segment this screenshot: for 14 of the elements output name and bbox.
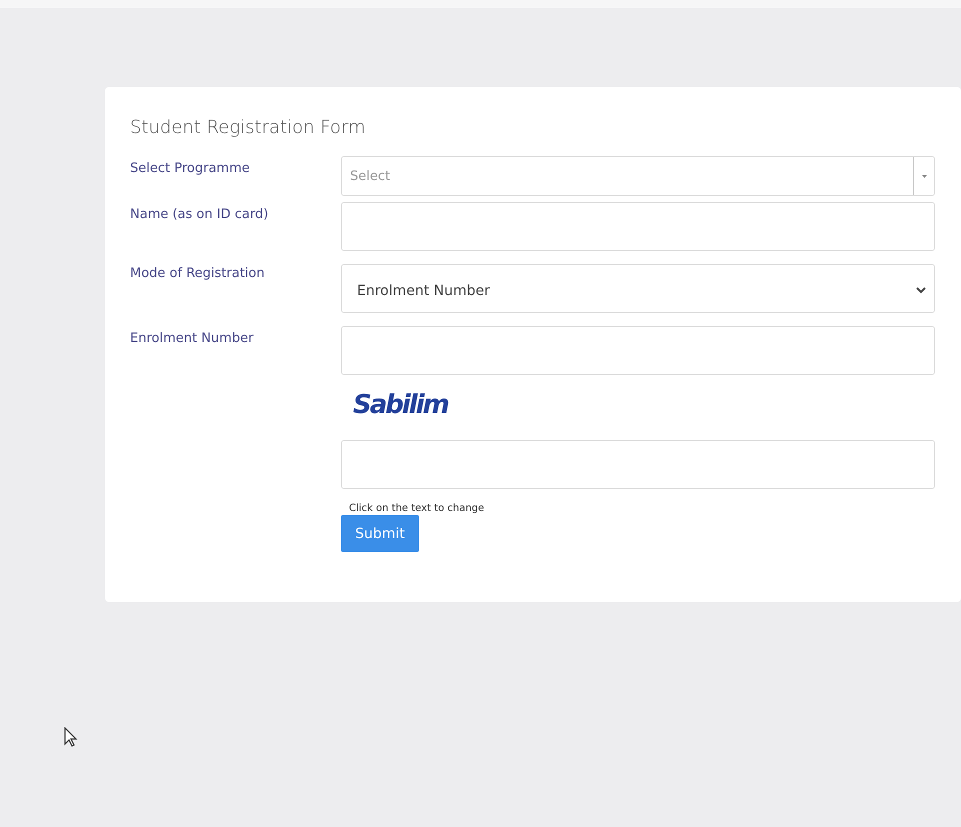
input-field[interactable]	[341, 202, 935, 251]
registration-mode-select[interactable]: Enrolment Number	[341, 264, 935, 313]
captcha-text[interactable]: Sabilim	[353, 390, 448, 420]
input-field[interactable]	[341, 326, 935, 375]
field-label: Name (as on ID card)	[130, 206, 270, 224]
field-label: Mode of Registration	[130, 265, 266, 283]
caret-icon	[922, 174, 926, 178]
captcha-field[interactable]	[341, 440, 935, 489]
captcha-hint: Click on the text to change	[349, 503, 484, 514]
cursor-icon	[64, 727, 78, 747]
field-label: Select Programme	[130, 160, 251, 178]
form-title: Student Registration Form	[130, 117, 367, 138]
field-label: Enrolment Number	[130, 330, 254, 348]
chevron-down-icon	[916, 287, 926, 294]
